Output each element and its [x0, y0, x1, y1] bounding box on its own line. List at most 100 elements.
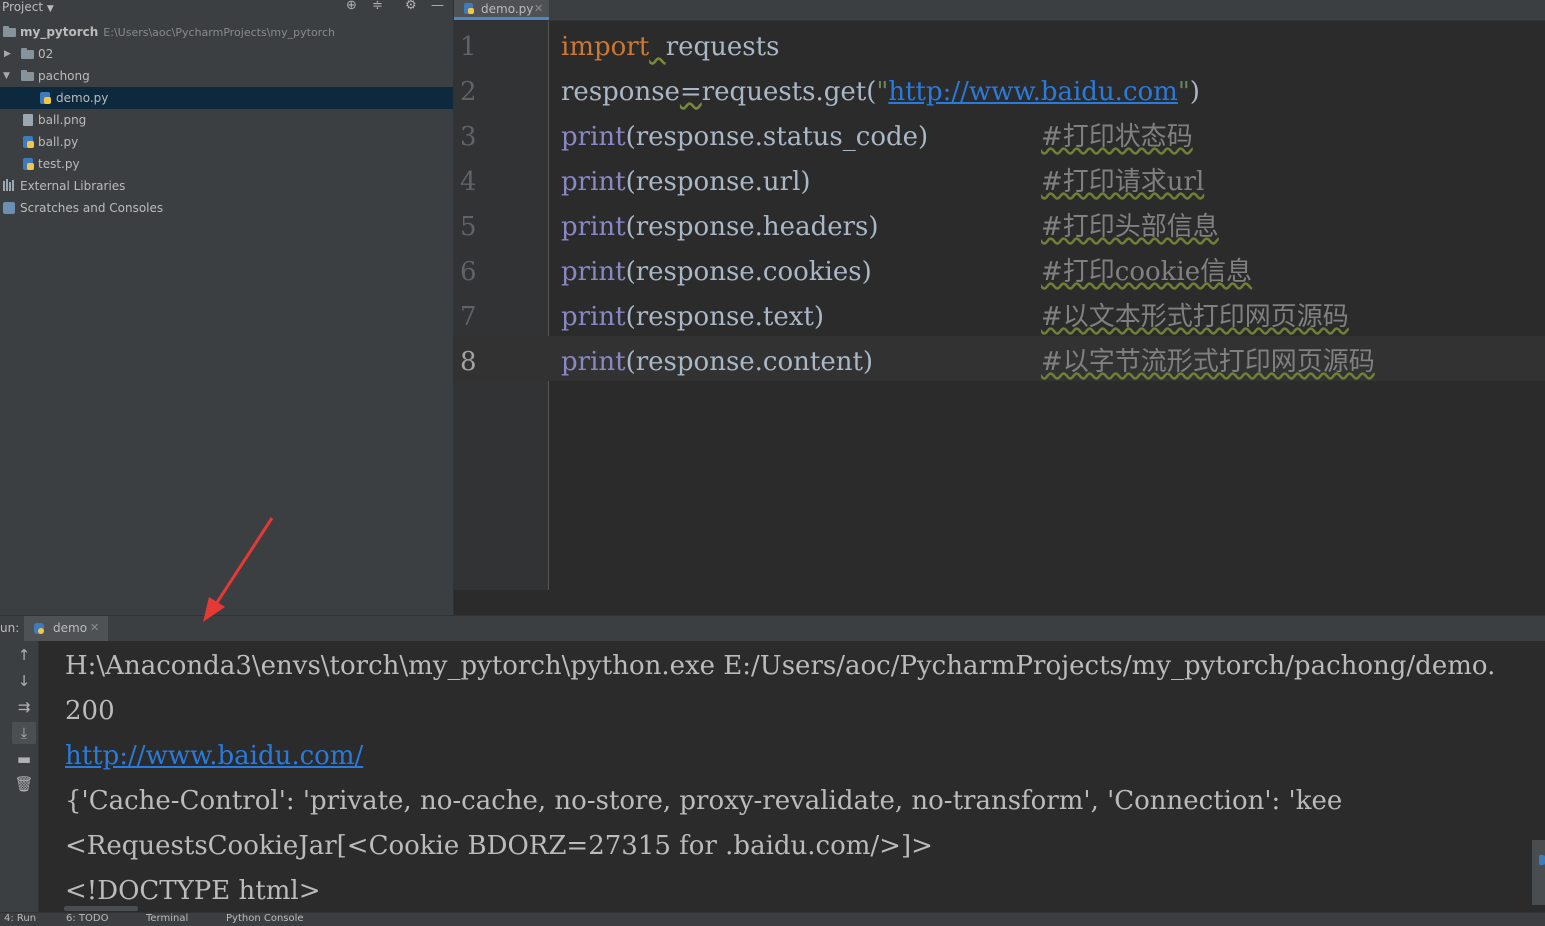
- folder-icon: [21, 48, 34, 59]
- line-number: 1: [460, 32, 477, 62]
- library-icon: [3, 179, 15, 191]
- console-line: H:\Anaconda3\envs\torch\my_pytorch\pytho…: [65, 651, 1496, 681]
- code-comment: #打印头部信息: [1041, 212, 1219, 242]
- builtin-print: print: [561, 347, 626, 377]
- run-toolbar: ↑ ↓ ⇉ ⤓ ▬ 🗑: [0, 641, 39, 912]
- collapse-icon[interactable]: ≑: [372, 0, 383, 13]
- tree-item-02[interactable]: ▶ 02: [0, 43, 453, 65]
- print-argument: (response.text): [625, 302, 825, 332]
- tree-item-pachong[interactable]: ▼ pachong: [0, 65, 453, 87]
- run-tab-demo[interactable]: demo ✕: [24, 616, 108, 641]
- code-comment: #以字节流形式打印网页源码: [1041, 347, 1375, 377]
- horizontal-scrollbar[interactable]: [64, 906, 138, 911]
- tree-item-label: demo.py: [56, 91, 109, 105]
- locate-icon[interactable]: ⊕: [346, 0, 357, 13]
- builtin-print: print: [561, 167, 626, 197]
- tree-item-ball-py[interactable]: ball.py: [0, 131, 453, 153]
- status-terminal-tab[interactable]: Terminal: [146, 913, 188, 926]
- print-icon[interactable]: ▬: [12, 748, 36, 770]
- tab-label: demo.py: [481, 2, 534, 16]
- console-link[interactable]: http://www.baidu.com/: [65, 734, 363, 779]
- code-line-2[interactable]: response=requests.get("http://www.baidu.…: [561, 70, 1200, 115]
- python-file-icon: [23, 158, 34, 170]
- scroll-to-end-icon[interactable]: ⤓: [12, 722, 36, 744]
- editor-bottom-area: [454, 590, 1545, 615]
- status-todo-tab[interactable]: 6: TODO: [66, 913, 108, 926]
- up-arrow-icon[interactable]: ↑: [12, 644, 36, 666]
- print-argument: (response.content): [625, 347, 874, 377]
- python-file-icon: [23, 136, 34, 148]
- line-number: 8: [460, 347, 477, 377]
- tree-item-external-libraries[interactable]: External Libraries: [0, 175, 453, 197]
- tree-item-scratches[interactable]: Scratches and Consoles: [0, 197, 453, 219]
- function-call: requests.get(: [701, 77, 877, 107]
- pep8-warning-equals: =: [679, 77, 702, 107]
- close-icon[interactable]: ✕: [90, 616, 99, 640]
- gear-icon[interactable]: ⚙: [405, 0, 417, 13]
- code-comment: #打印状态码: [1041, 122, 1193, 152]
- builtin-print: print: [561, 212, 626, 242]
- keyword-import: import: [561, 32, 650, 62]
- code-line-4[interactable]: print(response.url): [561, 160, 811, 205]
- code-line-6[interactable]: print(response.cookies): [561, 250, 872, 295]
- string-quote: ": [1177, 77, 1190, 107]
- line-number: 2: [460, 77, 477, 107]
- module-name: requests: [665, 32, 780, 62]
- console-scrollbar[interactable]: [1532, 840, 1545, 905]
- console-line: 200: [65, 696, 115, 726]
- print-argument: (response.headers): [625, 212, 879, 242]
- down-arrow-icon[interactable]: ↓: [12, 670, 36, 692]
- line-number: 5: [460, 212, 477, 242]
- scrollbar-marker: [1539, 855, 1545, 865]
- soft-wrap-icon[interactable]: ⇉: [12, 696, 36, 718]
- code-line-8[interactable]: print(response.content): [561, 340, 873, 385]
- image-file-icon: [23, 114, 33, 126]
- minimize-icon[interactable]: —: [431, 0, 444, 13]
- tree-item-ball-png[interactable]: ball.png: [0, 109, 453, 131]
- paren: ): [1189, 77, 1200, 107]
- collapse-arrow-icon[interactable]: ▼: [3, 65, 10, 87]
- string-url[interactable]: http://www.baidu.com: [888, 77, 1178, 107]
- folder-icon: [3, 26, 16, 37]
- close-icon[interactable]: ✕: [534, 0, 543, 18]
- tree-item-label: Scratches and Consoles: [20, 201, 164, 215]
- status-run-tab[interactable]: 4: Run: [4, 913, 36, 926]
- tree-root-my-pytorch[interactable]: my_pytorch E:\Users\aoc\PycharmProjects\m…: [0, 21, 453, 43]
- folder-icon: [21, 70, 34, 81]
- run-tab-label: demo: [53, 621, 88, 635]
- code-line-7[interactable]: print(response.text): [561, 295, 824, 340]
- trash-icon[interactable]: 🗑: [12, 773, 36, 795]
- tree-item-label: pachong: [38, 69, 90, 83]
- tree-item-label: 02: [38, 47, 54, 61]
- tree-item-demo-py[interactable]: demo.py: [0, 87, 453, 109]
- console-line: {'Cache-Control': 'private, no-cache, no…: [65, 786, 1343, 816]
- tree-root-label: my_pytorch E:\Users\aoc\PycharmProjects\m…: [20, 21, 335, 44]
- project-panel: Project ▼ ⊕ ≑ ⚙ — my_pytorch E:\Users\aoc…: [0, 0, 454, 615]
- print-argument: (response.status_code): [625, 122, 929, 152]
- tab-demo-py[interactable]: demo.py ✕: [454, 0, 549, 20]
- tree-item-label: ball.png: [38, 113, 87, 127]
- line-number: 7: [460, 302, 477, 332]
- editor-tab-bar: demo.py ✕: [454, 0, 1545, 21]
- builtin-print: print: [561, 257, 626, 287]
- tree-item-test-py[interactable]: test.py: [0, 153, 453, 175]
- project-toolbar: Project ▼ ⊕ ≑ ⚙ —: [0, 0, 453, 18]
- root-path: E:\Users\aoc\PycharmProjects\my_pytorch: [103, 26, 335, 39]
- line-number: 6: [460, 257, 477, 287]
- tree-item-label: External Libraries: [20, 179, 126, 193]
- project-view-selector[interactable]: Project ▼: [2, 0, 54, 16]
- code-line-1[interactable]: import requests: [561, 25, 779, 70]
- identifier: response: [561, 77, 680, 107]
- python-file-icon: [464, 3, 474, 14]
- expand-arrow-icon[interactable]: ▶: [4, 43, 11, 65]
- code-line-5[interactable]: print(response.headers): [561, 205, 879, 250]
- tree-item-label: test.py: [38, 157, 80, 171]
- status-python-console-tab[interactable]: Python Console: [226, 913, 304, 926]
- string-quote: ": [876, 77, 889, 107]
- run-label: un:: [0, 621, 20, 635]
- code-comment: #打印请求url: [1041, 167, 1205, 197]
- line-number: 3: [460, 122, 477, 152]
- tree-item-label: ball.py: [38, 135, 79, 149]
- console-line: <RequestsCookieJar[<Cookie BDORZ=27315 f…: [65, 831, 933, 861]
- code-line-3[interactable]: print(response.status_code): [561, 115, 928, 160]
